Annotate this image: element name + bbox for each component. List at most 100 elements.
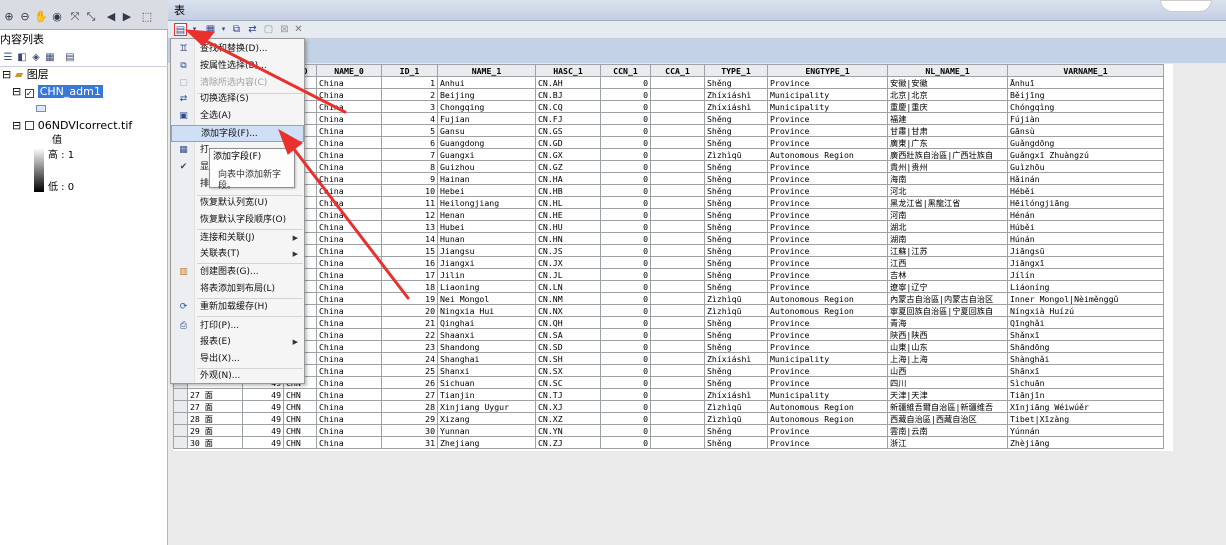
menu-item-clear-selection[interactable]: ▢ 清除所选内容(C)	[171, 75, 304, 92]
list-by-selection-icon[interactable]: ▦	[44, 52, 56, 64]
table-row[interactable]: 28 面 49 CHN China 29 Xizang CN.XZ 0 Zìzhìqū Auton…	[173, 412, 1164, 425]
attribute-table[interactable]: ISONAME_0ID_1NAME_1HASC_1CCN_1CCA_1TYPE_…	[173, 64, 1164, 449]
table-row[interactable]: 49CHNChina9HainanCN.HA0ShěngProvince海南Hǎ…	[173, 172, 1164, 185]
related-tables-icon[interactable]: ▦	[204, 23, 217, 36]
collapse-icon[interactable]: ⊟	[12, 119, 21, 132]
related-dropdown-icon[interactable]: ▾	[217, 23, 230, 36]
table-row[interactable]: 49CHNChina19Nei MongolCN.NM0ZìzhìqūAuton…	[173, 292, 1164, 305]
menu-item-export[interactable]: 导出(X)...	[171, 351, 304, 368]
table-row[interactable]: 49CHNChina10HebeiCN.HB0ShěngProvince河北Hé…	[173, 184, 1164, 197]
row-selector[interactable]	[173, 424, 188, 437]
zoom-in-icon[interactable]: ⊕	[2, 10, 16, 24]
row-selector[interactable]	[173, 388, 188, 401]
select-features-icon[interactable]: ⬚	[140, 10, 154, 24]
menu-item-restore-column-width[interactable]: 恢复默认列宽(U)	[171, 195, 304, 212]
column-header[interactable]: ID_1	[381, 64, 438, 77]
menu-item-add-table-to-layout[interactable]: 将表添加到布局(L)	[171, 281, 304, 298]
delete-selected-icon[interactable]: ⊠	[278, 23, 291, 36]
fixed-zoom-out-icon[interactable]: ⤡	[84, 10, 98, 24]
menu-item-restore-field-order[interactable]: 恢复默认字段顺序(O)	[171, 212, 304, 229]
table-row[interactable]: 49CHNChina24ShanghaiCN.SH0ZhíxiáshìMunic…	[173, 352, 1164, 365]
switch-selection-icon[interactable]: ⇄	[246, 23, 259, 36]
table-row[interactable]: 49CHNChina2BeijingCN.BJ0ZhíxiáshìMunicip…	[173, 88, 1164, 101]
table-row[interactable]: 49CHNChina23ShandongCN.SD0ShěngProvince山…	[173, 340, 1164, 353]
table-row[interactable]: 49CHNChina5GansuCN.GS0ShěngProvince甘肅|甘肃…	[173, 124, 1164, 137]
layers-group[interactable]: ⊟ ▰ 图层	[2, 68, 49, 82]
polygon-symbol-swatch[interactable]	[36, 105, 46, 112]
table-row[interactable]: 49CHNChina1AnhuiCN.AH0ShěngProvince安徽|安徽…	[173, 76, 1164, 89]
layer-visibility-checkbox[interactable]	[24, 121, 34, 130]
table-row[interactable]: 27 面 49 CHN China 28 Xinjiang Uygur CN.XJ 0 Zìzh…	[173, 400, 1164, 413]
pan-icon[interactable]: ✋	[34, 10, 48, 24]
column-header[interactable]: NL_NAME_1	[887, 64, 1008, 77]
table-row[interactable]: 49CHNChina11HeilongjiangCN.HL0ShěngProvi…	[173, 196, 1164, 209]
stretch-color-ramp[interactable]	[34, 148, 44, 192]
close-icon[interactable]: ✕	[292, 23, 305, 36]
layer-name[interactable]: 06NDVIcorrect.tif	[38, 119, 133, 132]
menu-item-select-all[interactable]: ▣ 全选(A)	[171, 108, 304, 125]
table-row[interactable]: 49CHNChina3ChongqingCN.CQ0ZhíxiáshìMunic…	[173, 100, 1164, 113]
table-row[interactable]: 49CHNChina22ShaanxiCN.SA0ShěngProvince陝西…	[173, 328, 1164, 341]
list-by-drawing-order-icon[interactable]: ☰	[2, 52, 14, 64]
column-header[interactable]: HASC_1	[535, 64, 601, 77]
row-selector[interactable]	[173, 436, 188, 449]
table-row[interactable]: 30 面 49 CHN China 31 Zhejiang CN.ZJ 0 Shěng Provi…	[173, 436, 1164, 449]
table-row[interactable]: 27 面 49 CHN China 27 Tianjin CN.TJ 0 Zhíxiáshì Mu…	[173, 388, 1164, 401]
menu-item-reports[interactable]: 报表(E) ▶	[171, 334, 304, 351]
select-by-attributes-icon[interactable]: ⧉	[230, 23, 243, 36]
row-selector[interactable]	[173, 412, 188, 425]
column-header[interactable]: CCA_1	[650, 64, 705, 77]
column-header[interactable]: VARNAME_1	[1007, 64, 1164, 77]
table-row[interactable]: 49CHNChina13HubeiCN.HU0ShěngProvince湖北Hú…	[173, 220, 1164, 233]
table-row[interactable]: 49CHNChina21QinghaiCN.QH0ShěngProvince青海…	[173, 316, 1164, 329]
collapse-icon[interactable]: ⊟	[12, 85, 21, 98]
row-selector[interactable]	[173, 400, 188, 413]
menu-item-joins-relates[interactable]: 连接和关联(J) ▶	[171, 230, 304, 247]
layer-row-chn-adm1[interactable]: ⊟ ✓ CHN_adm1	[12, 85, 103, 99]
dropdown-icon[interactable]: ▾	[188, 23, 201, 36]
layer-visibility-checkbox[interactable]: ✓	[24, 89, 34, 98]
menu-item-find-replace[interactable]: ♊ 查找和替换(D)...	[171, 41, 304, 58]
table-row[interactable]: 49CHNChina18LiaoningCN.LN0ShěngProvince遼…	[173, 280, 1164, 293]
menu-item-switch-selection[interactable]: ⇄ 切换选择(S)	[171, 91, 304, 108]
full-extent-icon[interactable]: ◉	[50, 10, 64, 24]
table-row[interactable]: 49CHNChina6GuangdongCN.GD0ShěngProvince廣…	[173, 136, 1164, 149]
table-row[interactable]: 29 面 49 CHN China 30 Yunnan CN.YN 0 Shěng Provinc…	[173, 424, 1164, 437]
list-by-visibility-icon[interactable]: ◈	[30, 52, 42, 64]
layer-name-selected[interactable]: CHN_adm1	[37, 85, 103, 98]
table-row[interactable]: 49CHNChina16JiangxiCN.JX0ShěngProvince江西…	[173, 256, 1164, 269]
fixed-zoom-in-icon[interactable]: ⤧	[68, 10, 82, 24]
table-row[interactable]: 49CHNChina26SichuanCN.SC0ShěngProvince四川…	[173, 376, 1164, 389]
collapse-icon[interactable]: ⊟	[2, 68, 11, 81]
menu-item-reload-cache[interactable]: ⟳ 重新加载缓存(H)	[171, 299, 304, 316]
table-row[interactable]: 49CHNChina20Ningxia HuiCN.NX0ZìzhìqūAuto…	[173, 304, 1164, 317]
menu-item-create-graph[interactable]: ▥ 创建图表(G)...	[171, 264, 304, 281]
zoom-out-icon[interactable]: ⊖	[18, 10, 32, 24]
back-extent-icon[interactable]: ◀	[104, 10, 118, 24]
table-row[interactable]: 49CHNChina15JiangsuCN.JS0ShěngProvince江蘇…	[173, 244, 1164, 257]
menu-item-print[interactable]: ⎙ 打印(P)...	[171, 318, 304, 335]
list-by-source-icon[interactable]: ◧	[16, 52, 28, 64]
column-header[interactable]: TYPE_1	[704, 64, 768, 77]
layer-row-ndvi[interactable]: ⊟ 06NDVIcorrect.tif	[12, 119, 132, 133]
table-options-icon[interactable]: ▤	[174, 23, 187, 36]
options-icon[interactable]: ▤	[64, 52, 76, 64]
column-header[interactable]: NAME_0	[316, 64, 382, 77]
clear-selection-icon[interactable]: ▢	[262, 23, 275, 36]
attribute-grid[interactable]: ISONAME_0ID_1NAME_1HASC_1CCN_1CCA_1TYPE_…	[173, 64, 1173, 451]
menu-item-add-field[interactable]: 添加字段(F)...	[171, 125, 304, 142]
menu-item-appearance[interactable]: 外观(N)...	[171, 368, 304, 385]
table-row[interactable]: 49CHNChina7GuangxiCN.GX0ZìzhìqūAutonomou…	[173, 148, 1164, 161]
column-header[interactable]: NAME_1	[437, 64, 536, 77]
menu-item-related-tables[interactable]: 关联表(T) ▶	[171, 246, 304, 263]
forward-extent-icon[interactable]: ▶	[120, 10, 134, 24]
table-row[interactable]: 49CHNChina25ShanxiCN.SX0ShěngProvince山西S…	[173, 364, 1164, 377]
table-titlebar[interactable]: 表	[168, 0, 1226, 21]
menu-item-select-by-attributes[interactable]: ⧉ 按属性选择(B)...	[171, 58, 304, 75]
table-row[interactable]: 49CHNChina17JilinCN.JL0ShěngProvince吉林Jí…	[173, 268, 1164, 281]
table-row[interactable]: 49CHNChina8GuizhouCN.GZ0ShěngProvince貴州|…	[173, 160, 1164, 173]
table-row[interactable]: 49CHNChina4FujianCN.FJ0ShěngProvince福建Fú…	[173, 112, 1164, 125]
column-header[interactable]: CCN_1	[600, 64, 651, 77]
column-header[interactable]: ENGTYPE_1	[767, 64, 888, 77]
table-row[interactable]: 49CHNChina14HunanCN.HN0ShěngProvince湖南Hú…	[173, 232, 1164, 245]
